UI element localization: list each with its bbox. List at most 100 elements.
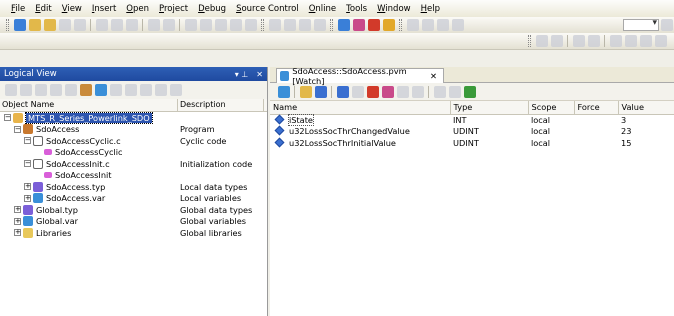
column-scope[interactable]: Scope	[528, 101, 575, 115]
open-folder-icon[interactable]	[43, 19, 56, 31]
menu-tools[interactable]: Tools	[341, 4, 372, 14]
column-description[interactable]: Description	[178, 99, 264, 111]
tree-item-sdoaccess-typ[interactable]: + SdoAccess.typ Local data types	[0, 181, 267, 193]
save-icon[interactable]	[58, 19, 71, 31]
sort-desc-icon[interactable]	[64, 84, 77, 96]
collapse-icon[interactable]: −	[24, 160, 31, 168]
window-icon[interactable]	[406, 19, 419, 31]
watch-value-cell[interactable]: 15	[618, 137, 674, 149]
menu-insert[interactable]: Insert	[87, 4, 121, 14]
info-icon[interactable]	[535, 35, 548, 47]
monitor-icon[interactable]	[352, 19, 365, 31]
find-icon[interactable]	[199, 19, 212, 31]
online-settings-icon[interactable]	[337, 19, 350, 31]
undo-icon[interactable]	[147, 19, 160, 31]
configuration-dropdown[interactable]	[623, 18, 659, 31]
column-value[interactable]: Value	[618, 101, 674, 115]
view-details-icon[interactable]	[19, 84, 32, 96]
run-icon[interactable]	[609, 35, 622, 47]
delete-icon[interactable]	[184, 19, 197, 31]
expand-icon[interactable]: +	[14, 229, 21, 237]
tree-item-sdoaccess-var[interactable]: + SdoAccess.var Local variables	[0, 193, 267, 205]
breakpoint-icon[interactable]	[572, 35, 585, 47]
window-split-icon[interactable]	[421, 19, 434, 31]
step-out-icon[interactable]	[654, 35, 667, 47]
cold-restart-icon[interactable]	[382, 19, 395, 31]
monitor-mode-icon[interactable]	[463, 85, 476, 98]
step-icon[interactable]	[624, 35, 637, 47]
stop-build-icon[interactable]	[313, 19, 326, 31]
copy-icon[interactable]	[110, 19, 123, 31]
add-watch-variable-icon[interactable]	[277, 85, 290, 98]
tree-item-project[interactable]: − MTS_R_Series_Powerlink_SDO	[0, 111, 267, 124]
replace-icon[interactable]	[214, 19, 227, 31]
add-object-icon[interactable]	[79, 84, 92, 96]
tree-item-libraries[interactable]: + Libraries Global libraries	[0, 227, 267, 239]
record-icon[interactable]	[448, 85, 461, 98]
tree-item-sdoaccess[interactable]: − SdoAccess Program	[0, 124, 267, 136]
warm-restart-icon[interactable]	[367, 19, 380, 31]
toolbar-grip[interactable]	[6, 19, 9, 31]
add-library-icon[interactable]	[124, 84, 137, 96]
menu-open[interactable]: Open	[121, 4, 154, 14]
rebuild-icon[interactable]	[283, 19, 296, 31]
table-row[interactable]: u32LossSocThrChangedValue UDINT local 23	[270, 125, 674, 138]
open-watch-icon[interactable]	[299, 85, 312, 98]
close-icon[interactable]: ✕	[252, 70, 267, 79]
watch-force-cell[interactable]	[574, 126, 618, 138]
save-as-icon[interactable]	[336, 85, 349, 98]
help-icon[interactable]	[550, 35, 563, 47]
tree-item-sdoaccesscyclic[interactable]: SdoAccessCyclic	[0, 147, 267, 159]
window-cascade-icon[interactable]	[436, 19, 449, 31]
menu-online[interactable]: Online	[304, 4, 341, 14]
redo-icon[interactable]	[162, 19, 175, 31]
view-icon[interactable]	[4, 84, 17, 96]
breakpoint-clear-icon[interactable]	[587, 35, 600, 47]
tab-close-icon[interactable]: ✕	[430, 71, 437, 81]
column-object-name[interactable]: Object Name	[0, 99, 178, 111]
paste-icon[interactable]	[125, 19, 138, 31]
write-value-icon[interactable]	[396, 85, 409, 98]
new-project-icon[interactable]	[13, 19, 26, 31]
toolbar-grip[interactable]	[399, 19, 402, 31]
menu-project[interactable]: Project	[154, 4, 193, 14]
build-icon[interactable]	[268, 19, 281, 31]
expand-icon[interactable]: +	[14, 217, 21, 225]
force-icon[interactable]	[381, 85, 394, 98]
table-row[interactable]: u32LossSocThrInitialValue UDINT local 15	[270, 137, 674, 149]
extra-icon[interactable]	[660, 19, 673, 31]
add-variable-icon[interactable]	[94, 84, 107, 96]
toolbar-grip[interactable]	[330, 19, 333, 31]
find-in-files-icon[interactable]	[229, 19, 242, 31]
properties-icon[interactable]	[244, 19, 257, 31]
watch-name-cell[interactable]: u32LossSocThrInitialValue	[270, 137, 450, 149]
table-row[interactable]: iState INT local 3	[270, 114, 674, 126]
watch-force-cell[interactable]	[574, 114, 618, 126]
menu-debug[interactable]: Debug	[193, 4, 231, 14]
column-name[interactable]: Name	[270, 101, 451, 115]
tree-item-sdoaccessinit-c[interactable]: − SdoAccessInit.c Initialization code	[0, 158, 267, 170]
trace-icon[interactable]	[433, 85, 446, 98]
menu-view[interactable]: View	[57, 4, 87, 14]
move-down-icon[interactable]	[154, 84, 167, 96]
expand-icon[interactable]: +	[14, 206, 21, 214]
pin-icon[interactable]: ▾ ⊥	[231, 70, 253, 79]
collapse-icon[interactable]: −	[14, 125, 21, 133]
window-tile-icon[interactable]	[451, 19, 464, 31]
insert-variable-icon[interactable]	[351, 85, 364, 98]
options-icon[interactable]	[411, 85, 424, 98]
column-force[interactable]: Force	[574, 101, 619, 115]
sort-icon[interactable]	[49, 84, 62, 96]
toolbar-grip[interactable]	[528, 35, 531, 47]
save-all-icon[interactable]	[73, 19, 86, 31]
step-over-icon[interactable]	[639, 35, 652, 47]
transfer-icon[interactable]	[298, 19, 311, 31]
refresh-icon[interactable]	[169, 84, 182, 96]
save-watch-icon[interactable]	[314, 85, 327, 98]
watch-value-cell[interactable]: 3	[618, 114, 674, 126]
column-type[interactable]: Type	[450, 101, 529, 115]
tree-item-sdoaccesscyclic-c[interactable]: − SdoAccessCyclic.c Cyclic code	[0, 135, 267, 147]
watch-name-cell[interactable]: iState	[270, 114, 450, 126]
remove-variable-icon[interactable]	[366, 85, 379, 98]
tree-item-global-var[interactable]: + Global.var Global variables	[0, 216, 267, 228]
